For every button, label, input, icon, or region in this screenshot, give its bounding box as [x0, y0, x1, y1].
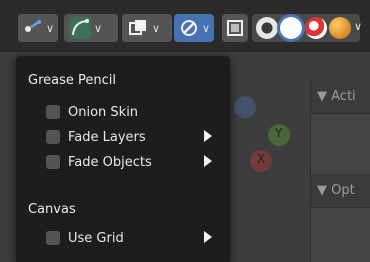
- fade-objects-checkbox[interactable]: [46, 155, 60, 169]
- gizmo-y-label: Y: [275, 126, 283, 140]
- onion-skin-option[interactable]: Onion Skin: [46, 101, 220, 123]
- panel-header-options[interactable]: ▼ Opt: [311, 174, 370, 208]
- onion-skin-label: Onion Skin: [68, 104, 139, 120]
- chevron-down-icon: ∨: [46, 21, 55, 35]
- use-grid-label: Use Grid: [68, 230, 124, 246]
- material-shading-icon[interactable]: [305, 17, 327, 39]
- chevron-down-icon: ∨: [94, 21, 103, 35]
- gp-overlay-dropdown[interactable]: ∨: [174, 14, 214, 42]
- fade-objects-option[interactable]: Fade Objects: [46, 151, 220, 173]
- use-grid-checkbox[interactable]: [46, 231, 60, 245]
- rendered-shading-icon[interactable]: [329, 17, 351, 39]
- viewport-header: ∨ ∨ ∨ ∨ ∨: [0, 0, 370, 52]
- gp-overlay-popup: Grease Pencil Onion Skin Fade Layers Fad…: [16, 56, 230, 262]
- panel-header-label: Opt: [331, 183, 355, 198]
- panel-body: [311, 114, 370, 174]
- pivot-dropdown[interactable]: ∨: [18, 14, 58, 42]
- fade-layers-checkbox[interactable]: [46, 130, 60, 144]
- section-title-canvas: Canvas: [28, 202, 76, 217]
- snapping-dropdown[interactable]: ∨: [64, 14, 118, 42]
- onion-skin-checkbox[interactable]: [46, 105, 60, 119]
- solid-shading-icon[interactable]: [280, 17, 302, 39]
- gp-overlay-icon: [179, 17, 199, 39]
- xray-icon: [224, 17, 246, 39]
- wireframe-shading-icon[interactable]: [256, 17, 278, 39]
- overlay-icon: [127, 17, 149, 39]
- panel-header-active[interactable]: ▼ Acti: [311, 80, 370, 114]
- pivot-icon: [23, 17, 43, 39]
- fade-objects-label: Fade Objects: [68, 154, 152, 170]
- xray-toggle[interactable]: [222, 14, 248, 42]
- submenu-arrow-icon[interactable]: [204, 155, 212, 167]
- chevron-down-icon: ∨: [152, 21, 161, 35]
- snap-curve-icon: [69, 17, 91, 39]
- gizmo-x-label: X: [257, 152, 266, 166]
- panel-header-label: Acti: [331, 89, 356, 104]
- chevron-down-icon: ∨: [202, 21, 211, 35]
- fade-layers-option[interactable]: Fade Layers: [46, 126, 220, 148]
- use-grid-option[interactable]: Use Grid: [46, 227, 220, 249]
- sidebar-panel: ▼ Acti ▼ Opt: [310, 80, 370, 262]
- overlay-dropdown[interactable]: ∨: [122, 14, 172, 42]
- gizmo-z-axis[interactable]: [234, 96, 256, 118]
- fade-layers-label: Fade Layers: [68, 129, 146, 145]
- submenu-arrow-icon[interactable]: [204, 130, 212, 142]
- submenu-arrow-icon[interactable]: [204, 231, 212, 243]
- chevron-down-icon[interactable]: ∨: [354, 20, 362, 33]
- section-title-grease-pencil: Grease Pencil: [28, 73, 116, 88]
